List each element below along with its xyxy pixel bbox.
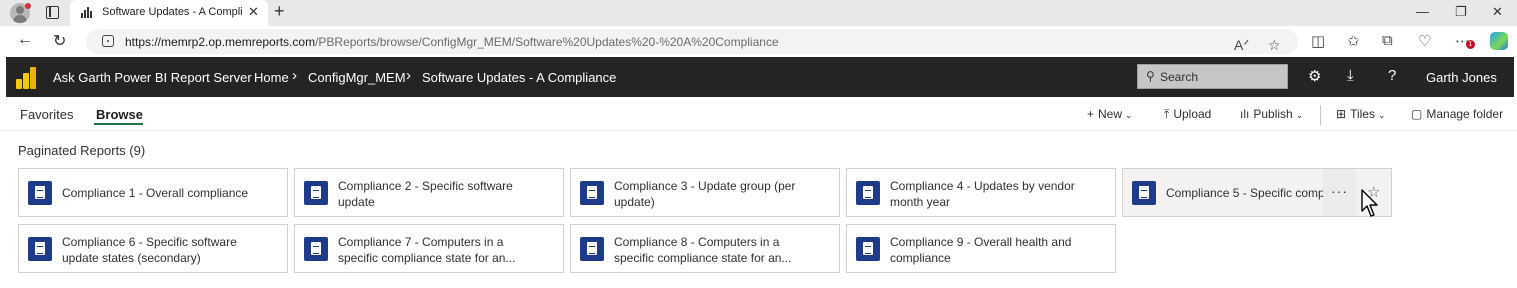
chevron-down-icon: ⌄	[1377, 110, 1386, 120]
manage-folder-button[interactable]: ▢ Manage folder	[1411, 107, 1503, 121]
breadcrumb-chevron-icon: ›	[292, 67, 297, 84]
breadcrumb-chevron-icon: ›	[406, 67, 411, 84]
paginated-report-icon	[856, 237, 880, 261]
report-tile-label: Compliance 5 - Specific compu	[1166, 186, 1324, 200]
paginated-report-icon	[1132, 181, 1156, 205]
report-tile[interactable]: Compliance 3 - Update group (per update)	[570, 168, 840, 217]
paginated-report-icon	[580, 237, 604, 261]
report-tile-label: Compliance 7 - Computers in a specific c…	[338, 235, 516, 265]
favorites-icon[interactable]: ✩	[1347, 32, 1360, 50]
chevron-down-icon: ⌄	[1125, 110, 1133, 120]
browser-essentials-icon[interactable]: ♡	[1418, 32, 1431, 50]
report-tile-label: Compliance 4 - Updates by vendor month y…	[890, 179, 1075, 209]
user-menu[interactable]: Garth Jones	[1426, 70, 1497, 85]
notification-badge: 1	[1466, 40, 1475, 49]
refresh-icon[interactable]: ↻	[53, 31, 66, 51]
page-icon: ▢	[1411, 107, 1423, 121]
manage-folder-label: Manage folder	[1426, 107, 1504, 121]
active-tab-indicator	[94, 123, 143, 125]
report-tile[interactable]: Compliance 1 - Overall compliance	[18, 168, 288, 217]
download-icon[interactable]: ⤓	[1347, 67, 1354, 84]
new-button[interactable]: + New ⌄	[1087, 107, 1133, 121]
search-icon: ⚲	[1146, 69, 1155, 83]
tab-browse[interactable]: Browse	[96, 107, 143, 122]
copilot-icon[interactable]	[1490, 32, 1508, 50]
profile-badge-icon	[25, 3, 31, 9]
url-base: https://memrp2.op.memreports.com	[125, 35, 316, 49]
paginated-report-icon	[304, 181, 328, 205]
plus-icon: +	[1087, 107, 1095, 121]
tab-close-icon[interactable]: ✕	[248, 4, 259, 20]
portal-header: Ask Garth Power BI Report Server Home › …	[6, 57, 1514, 97]
toolbar-divider	[1320, 105, 1321, 125]
publish-chart-icon: ılı	[1240, 107, 1250, 121]
browse-toolbar: Favorites Browse + New ⌄ ⤒ Upload ılı Publis…	[0, 97, 1517, 131]
search-input[interactable]: ⚲ Search	[1137, 64, 1288, 89]
report-tile-label: Compliance 2 - Specific software update	[338, 179, 513, 209]
paginated-report-icon	[28, 181, 52, 205]
upload-button[interactable]: ⤒ Upload	[1164, 107, 1211, 122]
browser-tab-strip: Software Updates - A Compliance ✕ + — ❐ …	[0, 0, 1517, 26]
report-tile[interactable]: Compliance 8 - Computers in a specific c…	[570, 224, 840, 273]
tiles-label: Tiles	[1350, 107, 1375, 121]
read-aloud-icon[interactable]: Aᐟ	[1234, 37, 1249, 54]
view-tiles-button[interactable]: ⊞ Tiles ⌄	[1336, 107, 1386, 121]
close-window-button[interactable]: ✕	[1492, 4, 1503, 20]
report-tile[interactable]: Compliance 2 - Specific software update	[294, 168, 564, 217]
report-tile-label: Compliance 6 - Specific software update …	[62, 235, 237, 265]
paginated-report-icon	[28, 237, 52, 261]
report-tile[interactable]: Compliance 9 - Overall health and compli…	[846, 224, 1116, 273]
paginated-report-icon	[304, 237, 328, 261]
paginated-report-icon	[856, 181, 880, 205]
site-info-icon[interactable]	[102, 35, 114, 47]
report-tile-label: Compliance 8 - Computers in a specific c…	[614, 235, 792, 265]
tab-favorites[interactable]: Favorites	[20, 107, 73, 122]
breadcrumb-folder[interactable]: ConfigMgr_MEM	[308, 70, 406, 85]
app-title[interactable]: Ask Garth Power BI Report Server	[53, 70, 252, 85]
report-tile[interactable]: Compliance 5 - Specific compu ··· ☆	[1122, 168, 1392, 217]
upload-icon: ⤒	[1164, 107, 1170, 121]
url-path: /PBReports/browse/ConfigMgr_MEM/Software…	[315, 35, 779, 49]
minimize-button[interactable]: —	[1416, 4, 1429, 19]
section-title: Paginated Reports (9)	[18, 143, 146, 158]
search-placeholder: Search	[1160, 70, 1199, 84]
power-bi-logo-icon[interactable]	[15, 65, 39, 89]
new-tab-button[interactable]: +	[274, 1, 285, 22]
report-tile[interactable]: Compliance 6 - Specific software update …	[18, 224, 288, 273]
report-tile-label: Compliance 1 - Overall compliance	[62, 186, 249, 200]
address-bar[interactable]: https://memrp2.op.memreports.com/PBRepor…	[86, 29, 1298, 54]
breadcrumb-home[interactable]: Home	[254, 70, 289, 85]
publish-label: Publish	[1253, 107, 1293, 121]
favorite-star-icon[interactable]: ☆	[1268, 37, 1281, 54]
split-screen-icon[interactable]: ◫	[1311, 32, 1325, 50]
mouse-cursor-icon	[1361, 189, 1378, 217]
restore-button[interactable]: ❐	[1455, 4, 1467, 20]
browser-tab-active[interactable]: Software Updates - A Compliance ✕	[70, 0, 268, 26]
settings-gear-icon[interactable]: ⚙	[1308, 67, 1321, 85]
tab-actions-icon[interactable]	[46, 6, 59, 19]
help-icon[interactable]: ?	[1388, 67, 1396, 84]
collections-icon[interactable]: ⧉	[1382, 32, 1393, 49]
bar-chart-favicon-icon	[81, 7, 93, 18]
browser-toolbar: ← ↻ https://memrp2.op.memreports.com/PBR…	[0, 26, 1517, 57]
more-options-button[interactable]: ···	[1323, 169, 1356, 216]
chevron-down-icon: ⌄	[1295, 110, 1304, 120]
report-tile-label: Compliance 3 - Update group (per update)	[614, 179, 796, 209]
back-arrow-icon[interactable]: ←	[17, 31, 33, 49]
report-tile[interactable]: Compliance 4 - Updates by vendor month y…	[846, 168, 1116, 217]
paginated-report-icon	[580, 181, 604, 205]
new-label: New	[1098, 107, 1123, 121]
upload-label: Upload	[1173, 107, 1212, 121]
url-text[interactable]: https://memrp2.op.memreports.com/PBRepor…	[125, 35, 779, 49]
report-tile-label: Compliance 9 - Overall health and compli…	[890, 235, 1072, 265]
breadcrumb-current: Software Updates - A Compliance	[422, 70, 617, 85]
browser-tab-title: Software Updates - A Compliance	[102, 6, 242, 18]
publish-button[interactable]: ılı Publish ⌄	[1240, 107, 1303, 121]
report-tile[interactable]: Compliance 7 - Computers in a specific c…	[294, 224, 564, 273]
grid-icon: ⊞	[1336, 107, 1347, 121]
